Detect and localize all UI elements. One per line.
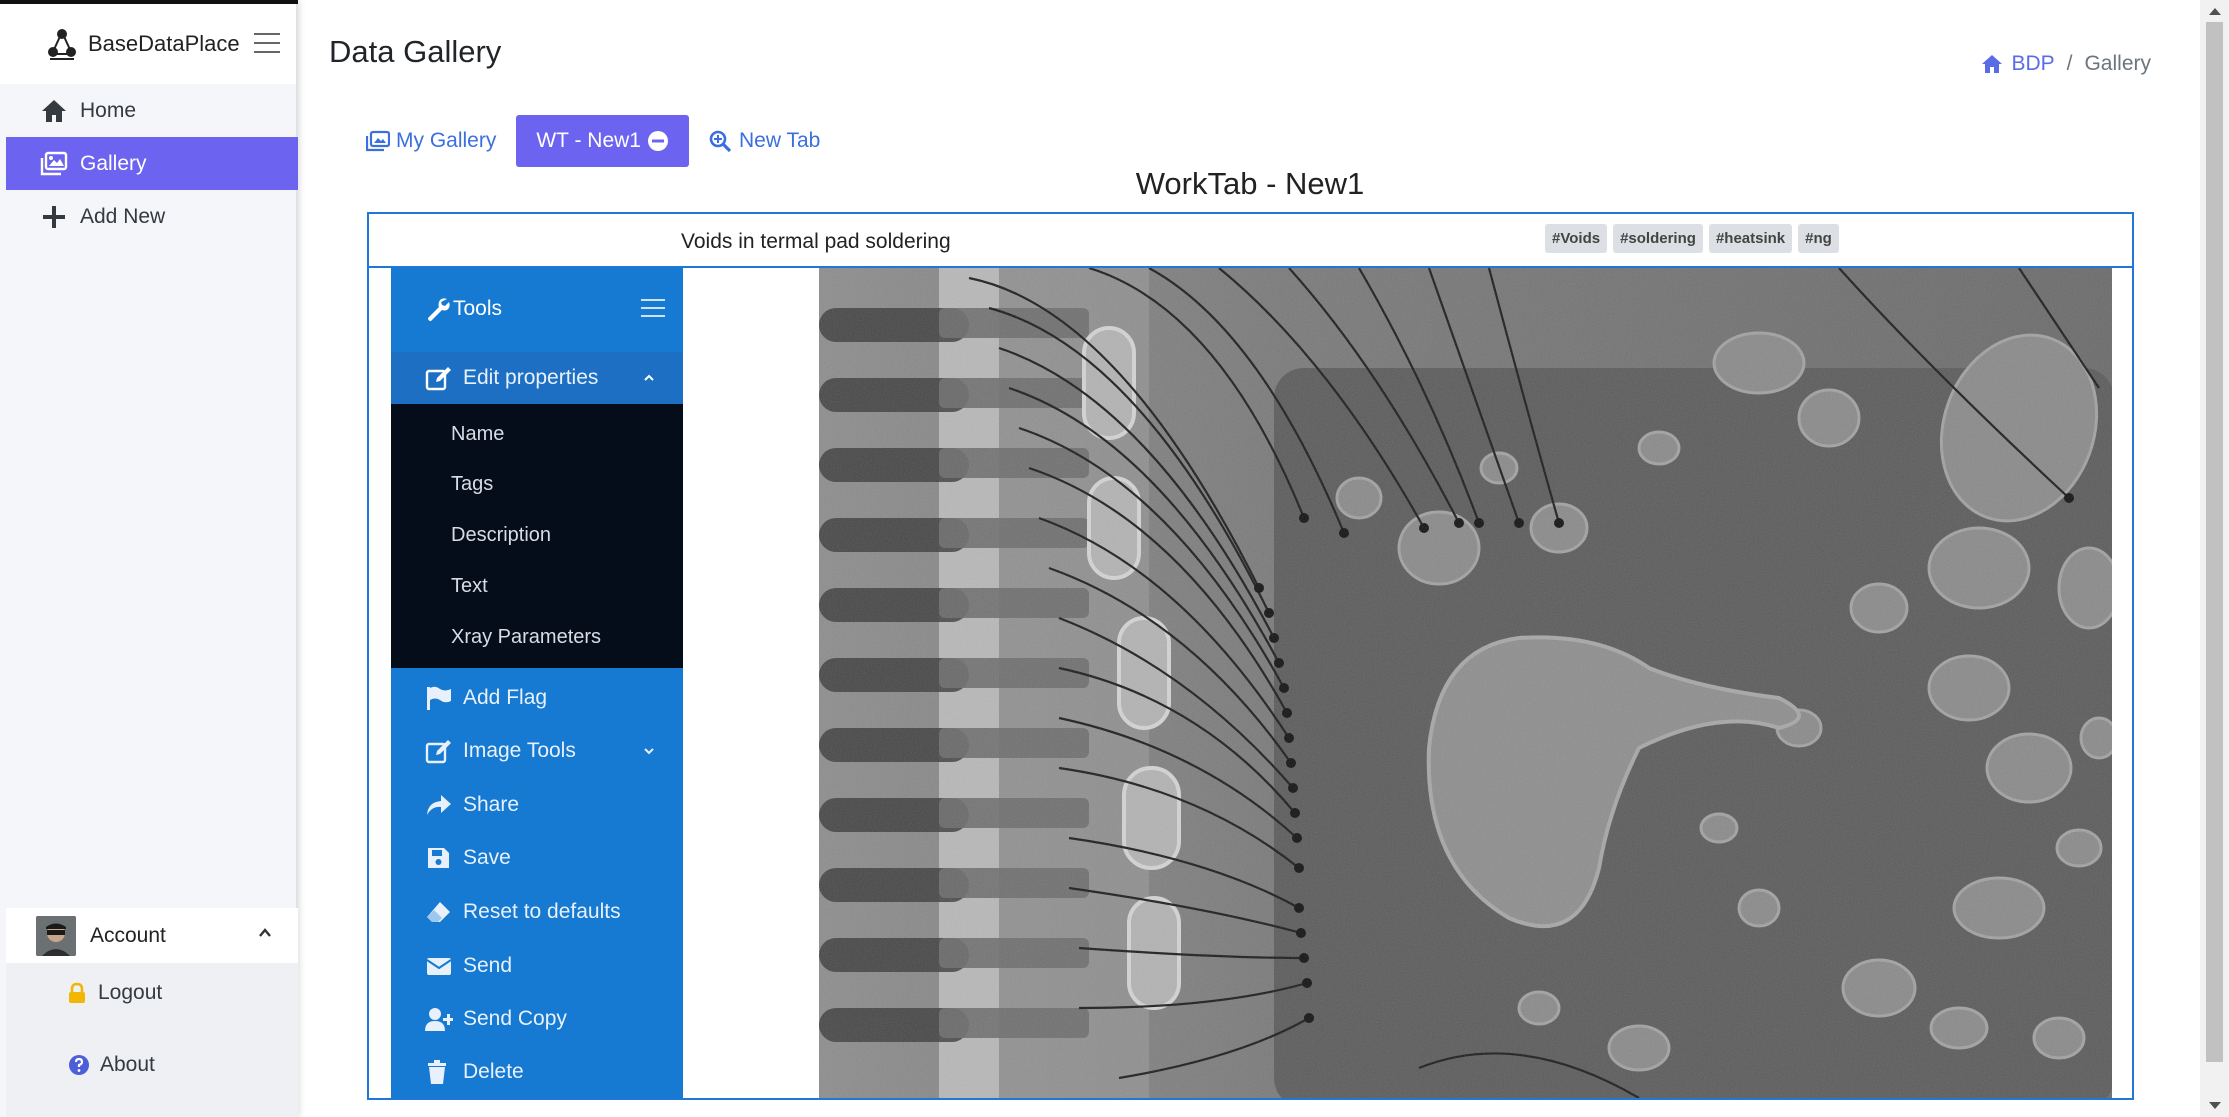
tab-label: WT - New1	[536, 129, 641, 152]
side-nav: Home Gallery Add New	[6, 84, 298, 243]
tools-header: Tools	[391, 268, 683, 350]
avatar	[36, 915, 76, 956]
breadcrumb: BDP / Gallery	[1981, 52, 2151, 76]
save-icon	[428, 848, 449, 868]
breadcrumb-separator: /	[2066, 52, 2073, 75]
sidebar-item-home[interactable]: Home	[6, 84, 298, 137]
edit-properties-toggle[interactable]: Edit properties	[391, 352, 683, 404]
tag-badge[interactable]: #heatsink	[1708, 224, 1793, 253]
wrench-icon	[428, 298, 450, 321]
tab-my-gallery[interactable]: My Gallery	[366, 115, 510, 167]
tool-label: Share	[463, 793, 520, 816]
eraser-icon	[427, 902, 450, 922]
lock-icon	[69, 982, 85, 1003]
plus-icon	[43, 205, 65, 228]
chevron-down-icon	[644, 748, 654, 755]
about-label: About	[100, 1053, 155, 1076]
tool-label: Delete	[463, 1060, 524, 1083]
question-circle-icon	[69, 1055, 89, 1075]
tab-new-tab[interactable]: New Tab	[709, 115, 834, 167]
tools-title: Tools	[453, 297, 503, 320]
submenu-item-xray-parameters[interactable]: Xray Parameters	[451, 626, 601, 649]
worktab-title: WorkTab - New1	[1135, 166, 1365, 201]
tool-label: Reset to defaults	[463, 900, 621, 923]
home-icon	[1982, 55, 2003, 73]
share-icon	[427, 795, 451, 815]
avatar-image	[36, 915, 76, 956]
sidebar-item-label: Home	[80, 98, 137, 122]
tab-wt-new1[interactable]: WT - New1	[516, 115, 689, 167]
tools-menu: Tools Edit properties Name Tags Descript…	[391, 268, 683, 1098]
user-plus-icon	[425, 1008, 453, 1031]
page-scrollbar[interactable]	[2200, 0, 2229, 1117]
panel-gutter	[2112, 268, 2132, 1098]
account-toggle[interactable]: Account	[6, 908, 298, 963]
breadcrumb-home-link[interactable]: BDP	[1981, 52, 2055, 76]
tag-list: #Voids #soldering #heatsink #ng	[1545, 224, 1845, 253]
sidebar-item-gallery[interactable]: Gallery	[6, 137, 298, 190]
breadcrumb-current: Gallery	[2084, 52, 2151, 75]
logout-label: Logout	[98, 981, 163, 1004]
tag-badge[interactable]: #ng	[1798, 224, 1839, 253]
search-plus-icon	[709, 130, 732, 152]
sidebar-item-add-new[interactable]: Add New	[6, 190, 298, 243]
submenu-item-text[interactable]: Text	[451, 575, 488, 598]
scroll-down-arrow[interactable]	[2209, 1102, 2221, 1109]
edit-icon	[425, 367, 451, 391]
home-icon	[42, 99, 66, 122]
sidebar: BaseDataPlace Home Gallery Add New Accou…	[0, 0, 298, 1117]
save-button[interactable]: Save	[391, 832, 683, 884]
logout-link[interactable]: Logout	[66, 981, 162, 1005]
brand[interactable]: BaseDataPlace	[0, 4, 296, 84]
tool-label: Save	[463, 846, 511, 869]
submenu-item-tags[interactable]: Tags	[451, 473, 493, 496]
images-icon	[366, 130, 390, 152]
tab-label: My Gallery	[396, 129, 497, 152]
scroll-thumb[interactable]	[2206, 22, 2223, 1062]
xray-image[interactable]	[819, 268, 2112, 1098]
hamburger-icon[interactable]	[641, 298, 665, 318]
gallery-icon	[40, 151, 68, 175]
image-header: Voids in termal pad soldering #Voids #so…	[369, 214, 2132, 268]
brand-name: BaseDataPlace	[88, 31, 240, 56]
minus-circle-icon[interactable]	[647, 130, 669, 152]
reset-defaults-button[interactable]: Reset to defaults	[391, 886, 683, 938]
send-copy-button[interactable]: Send Copy	[391, 993, 683, 1045]
tool-label: Add Flag	[463, 686, 548, 709]
submenu-item-name[interactable]: Name	[451, 423, 504, 446]
page-title: Data Gallery	[329, 34, 502, 69]
worktab-panel: Voids in termal pad soldering #Voids #so…	[367, 212, 2134, 1100]
hamburger-icon[interactable]	[254, 32, 280, 54]
edit-properties-submenu: Name Tags Description Text Xray Paramete…	[391, 404, 683, 668]
tool-label: Image Tools	[463, 739, 576, 762]
image-name: Voids in termal pad soldering	[681, 230, 951, 253]
account-menu: Logout About	[6, 963, 298, 1117]
sidebar-item-label: Gallery	[80, 151, 147, 175]
delete-button[interactable]: Delete	[391, 1046, 683, 1098]
breadcrumb-root: BDP	[2011, 52, 2055, 75]
trash-icon	[428, 1060, 446, 1084]
image-tools-toggle[interactable]: Image Tools	[391, 725, 683, 777]
tool-label: Send	[463, 954, 513, 977]
logo-icon	[48, 29, 76, 60]
sidebar-item-label: Add New	[80, 204, 166, 228]
chevron-up-icon	[644, 374, 654, 381]
tag-badge[interactable]: #Voids	[1545, 224, 1608, 253]
tool-label: Edit properties	[463, 366, 599, 389]
send-button[interactable]: Send	[391, 940, 683, 992]
envelope-icon	[426, 958, 452, 975]
submenu-item-description[interactable]: Description	[451, 524, 551, 547]
chevron-up-icon	[259, 928, 271, 937]
tab-label: New Tab	[738, 129, 821, 152]
flag-icon	[427, 686, 451, 710]
about-link[interactable]: About	[68, 1053, 155, 1077]
scroll-up-arrow[interactable]	[2209, 8, 2221, 15]
tag-badge[interactable]: #soldering	[1613, 224, 1703, 253]
add-flag-button[interactable]: Add Flag	[391, 672, 683, 724]
account-label: Account	[90, 923, 166, 947]
tab-bar: My Gallery WT - New1 New Tab	[366, 115, 834, 167]
share-button[interactable]: Share	[391, 779, 683, 831]
edit-icon	[425, 740, 451, 764]
tool-label: Send Copy	[463, 1007, 567, 1030]
